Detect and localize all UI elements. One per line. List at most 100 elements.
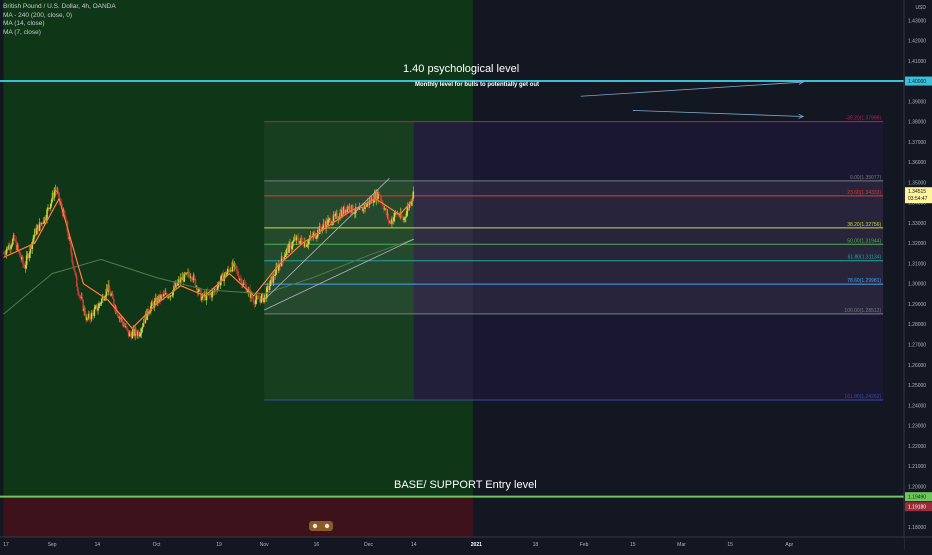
candle-body — [315, 237, 317, 239]
annotation-arrows — [580, 79, 805, 119]
price-tick-label: 1.33000 — [908, 221, 926, 227]
time-tick-label: 17 — [3, 542, 9, 548]
candle-body — [24, 264, 27, 269]
indicator-ma-7[interactable]: MA (7, close) — [3, 29, 116, 38]
candle-body — [10, 246, 12, 249]
candle-body — [23, 263, 25, 267]
candle-body — [25, 255, 28, 265]
monthly-level-note[interactable]: Monthly level for bulls to potentially g… — [415, 82, 539, 88]
candle-body — [316, 236, 318, 238]
candle-body — [76, 287, 79, 292]
candle-body — [235, 265, 237, 270]
candle-body — [393, 217, 395, 222]
fib-label-1: 0.00(1.35077) — [850, 175, 881, 181]
time-tick-label: 18 — [533, 542, 539, 548]
candle-body — [13, 235, 16, 241]
candle-body — [305, 245, 308, 247]
price-tick-label: 1.28000 — [908, 322, 926, 328]
base-support-note[interactable]: BASE/ SUPPORT Entry level — [394, 479, 537, 491]
time-tick-label: Apr — [785, 542, 793, 548]
candle-body — [366, 204, 368, 207]
candle-body — [141, 326, 144, 329]
fib-label-2: 23.60(1.34333) — [847, 190, 881, 196]
price-tick-label: 1.39000 — [908, 99, 926, 105]
candle-body — [274, 274, 276, 277]
currency-label: USD — [915, 5, 926, 11]
candle-body — [81, 297, 84, 300]
logo-dot2-icon — [324, 523, 330, 529]
candle-body — [405, 216, 407, 218]
candle-body — [253, 299, 255, 304]
candle-body — [77, 291, 80, 296]
price-tick-label: 1.32000 — [908, 241, 926, 247]
candle-body — [296, 235, 299, 238]
price-tick-label: 1.27000 — [908, 342, 926, 348]
time-tick-label: Dec — [364, 542, 373, 548]
candle-body — [380, 199, 383, 202]
candle-body — [299, 241, 301, 244]
candle-body — [135, 329, 137, 334]
arrow-shaft-0[interactable] — [580, 81, 804, 97]
candle-body — [412, 191, 415, 199]
support-price-tag: 1.19490 — [908, 495, 926, 501]
candle-body — [243, 282, 246, 285]
time-tick-label: Feb — [580, 542, 589, 548]
candle-body — [53, 191, 56, 198]
time-axis-bg — [0, 537, 904, 550]
candle-body — [109, 290, 111, 296]
candle-body — [48, 207, 50, 209]
candle-body — [227, 268, 230, 270]
candle-body — [49, 208, 51, 209]
indicator-ma-240[interactable]: MA - 240 (200, close, 0) — [3, 12, 116, 21]
candle-body — [372, 202, 375, 204]
candle-body — [234, 263, 237, 266]
candle-body — [297, 237, 300, 242]
symbol-title[interactable]: British Pound / U.S. Dollar, 4h, OANDA — [3, 3, 116, 12]
fib-label-6: 78.60(1.29981) — [847, 278, 881, 284]
candle-body — [22, 257, 24, 264]
candle-body — [151, 301, 154, 304]
arrow-shaft-1[interactable] — [632, 110, 804, 117]
logo-badge — [309, 521, 333, 531]
countdown-label: 03:54:47 — [908, 196, 928, 202]
candle-body — [139, 333, 142, 335]
fib-label-5: 61.80(1.31134) — [848, 255, 882, 261]
candle-body — [32, 238, 34, 242]
time-tick-label: 14 — [411, 542, 417, 548]
candle-body — [237, 271, 239, 276]
last-price-label: 1.34515 — [908, 189, 926, 195]
price-tick-label: 1.29000 — [908, 302, 926, 308]
candle-body — [380, 196, 382, 200]
time-tick-label: 19 — [216, 542, 222, 548]
candle-body — [94, 307, 97, 310]
candle-body — [11, 239, 14, 245]
candle-body — [28, 253, 31, 259]
candle-body — [379, 194, 381, 197]
candle-body — [90, 312, 93, 320]
candle-body — [260, 296, 263, 303]
candle-body — [257, 296, 260, 299]
price-axis: USD 1.43000 1.42000 1.41000 1.39000 1.38000 1.… — [903, 0, 932, 550]
price-tick-label: 1.42000 — [908, 39, 926, 45]
candle-body — [215, 288, 217, 290]
candle-body — [193, 275, 196, 279]
candle-body — [306, 244, 309, 246]
candle-body — [33, 235, 35, 239]
time-axis: 17 Sep 14 Oct 19 Nov 16 Dec 14 2021 18 Feb 15 Mar 15 Ap… — [0, 536, 932, 550]
candle-body — [17, 245, 20, 251]
candle-body — [122, 322, 124, 326]
candle-body — [97, 308, 99, 311]
indicator-ma-14[interactable]: MA (14, close) — [3, 20, 116, 29]
candle-body — [75, 275, 78, 288]
candle-body — [36, 228, 38, 235]
candle-body — [98, 303, 100, 309]
time-tick-label: 2021 — [471, 542, 482, 548]
candle-body — [126, 328, 129, 331]
psych-level-note[interactable]: 1.40 psychological level — [403, 63, 519, 75]
candle-body — [211, 291, 213, 298]
candle-body — [11, 244, 13, 247]
candle-body — [404, 217, 406, 219]
candle-body — [73, 265, 75, 271]
price-tick-label: 1.25000 — [908, 383, 926, 389]
candle-body — [327, 219, 329, 226]
